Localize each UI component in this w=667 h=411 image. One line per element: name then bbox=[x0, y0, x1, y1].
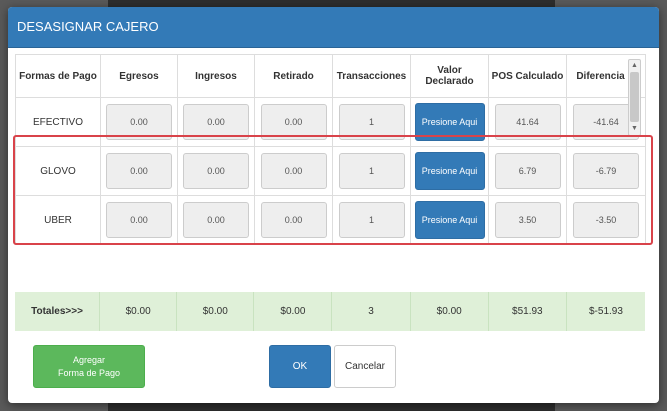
payment-methods-table: Formas de Pago Egresos Ingresos Retirado… bbox=[15, 54, 646, 245]
ingresos-field[interactable]: 0.00 bbox=[183, 104, 249, 140]
ingresos-field[interactable]: 0.00 bbox=[183, 202, 249, 238]
table-row: EFECTIVO 0.00 0.00 0.00 1 Presione Aqui … bbox=[15, 97, 646, 147]
agregar-forma-de-pago-button[interactable]: Agregar Forma de Pago bbox=[33, 345, 145, 388]
pos-calculado-cell: 3.50 bbox=[488, 195, 567, 245]
retirado-field[interactable]: 0.00 bbox=[260, 153, 327, 189]
egresos-field[interactable]: 0.00 bbox=[106, 202, 172, 238]
retirado-cell: 0.00 bbox=[254, 195, 333, 245]
total-ingresos: $0.00 bbox=[177, 292, 255, 331]
egresos-cell: 0.00 bbox=[100, 97, 178, 147]
total-retirado: $0.00 bbox=[254, 292, 333, 331]
transacciones-cell: 1 bbox=[332, 146, 411, 196]
col-header-formas-de-pago: Formas de Pago bbox=[15, 54, 101, 98]
total-transacciones: 3 bbox=[332, 292, 411, 331]
pos-calculado-cell: 41.64 bbox=[488, 97, 567, 147]
forma-de-pago-cell: GLOVO bbox=[15, 146, 101, 196]
egresos-cell: 0.00 bbox=[100, 146, 178, 196]
table-row: UBER 0.00 0.00 0.00 1 Presione Aqui 3.50… bbox=[15, 195, 646, 245]
cancel-button[interactable]: Cancelar bbox=[334, 345, 396, 388]
col-header-valor-declarado: Valor Declarado bbox=[410, 54, 489, 98]
table-header-row: Formas de Pago Egresos Ingresos Retirado… bbox=[15, 54, 646, 98]
col-header-transacciones: Transacciones bbox=[332, 54, 411, 98]
ingresos-field[interactable]: 0.00 bbox=[183, 153, 249, 189]
forma-de-pago-cell: UBER bbox=[15, 195, 101, 245]
diferencia-field[interactable]: -3.50 bbox=[573, 202, 639, 238]
forma-de-pago-cell: EFECTIVO bbox=[15, 97, 101, 147]
scroll-down-arrow-icon[interactable]: ▼ bbox=[629, 123, 640, 135]
egresos-cell: 0.00 bbox=[100, 195, 178, 245]
col-header-ingresos: Ingresos bbox=[177, 54, 255, 98]
payment-table-container: Formas de Pago Egresos Ingresos Retirado… bbox=[15, 54, 646, 245]
presione-aqui-button[interactable]: Presione Aqui bbox=[414, 103, 485, 141]
pos-calculado-field[interactable]: 41.64 bbox=[494, 104, 561, 140]
scroll-up-arrow-icon[interactable]: ▲ bbox=[629, 60, 640, 72]
retirado-field[interactable]: 0.00 bbox=[260, 202, 327, 238]
valor-declarado-cell: Presione Aqui bbox=[410, 195, 489, 245]
retirado-cell: 0.00 bbox=[254, 146, 333, 196]
ingresos-cell: 0.00 bbox=[177, 146, 255, 196]
total-pos-calculado: $51.93 bbox=[489, 292, 567, 331]
col-header-retirado: Retirado bbox=[254, 54, 333, 98]
transacciones-field[interactable]: 1 bbox=[338, 153, 405, 189]
presione-aqui-button[interactable]: Presione Aqui bbox=[414, 152, 485, 190]
pos-calculado-field[interactable]: 6.79 bbox=[494, 153, 561, 189]
ok-button[interactable]: OK bbox=[269, 345, 331, 388]
transacciones-cell: 1 bbox=[332, 97, 411, 147]
valor-declarado-cell: Presione Aqui bbox=[410, 97, 489, 147]
col-header-egresos: Egresos bbox=[100, 54, 178, 98]
add-button-line2: Forma de Pago bbox=[57, 367, 121, 378]
retirado-cell: 0.00 bbox=[254, 97, 333, 147]
total-egresos: $0.00 bbox=[100, 292, 178, 331]
transacciones-field[interactable]: 1 bbox=[338, 104, 405, 140]
totals-label: Totales>>> bbox=[15, 292, 101, 331]
transacciones-cell: 1 bbox=[332, 195, 411, 245]
presione-aqui-button[interactable]: Presione Aqui bbox=[414, 201, 485, 239]
desasignar-cajero-dialog: DESASIGNAR CAJERO Formas de Pago Egresos… bbox=[8, 7, 659, 403]
scrollbar-thumb[interactable] bbox=[630, 72, 639, 122]
add-button-line1: Agregar bbox=[72, 354, 106, 365]
pos-calculado-cell: 6.79 bbox=[488, 146, 567, 196]
col-header-pos-calculado: POS Calculado bbox=[488, 54, 567, 98]
diferencia-field[interactable]: -6.79 bbox=[573, 153, 639, 189]
total-diferencia: $-51.93 bbox=[589, 306, 623, 317]
diferencia-cell: -6.79 bbox=[566, 146, 646, 196]
ingresos-cell: 0.00 bbox=[177, 97, 255, 147]
ingresos-cell: 0.00 bbox=[177, 195, 255, 245]
table-scrollbar[interactable]: ▲ ▼ bbox=[628, 59, 641, 136]
dialog-title: DESASIGNAR CAJERO bbox=[8, 7, 659, 48]
table-row: GLOVO 0.00 0.00 0.00 1 Presione Aqui 6.7… bbox=[15, 146, 646, 196]
total-valor-declarado: $0.00 bbox=[411, 292, 489, 331]
pos-calculado-field[interactable]: 3.50 bbox=[494, 202, 561, 238]
retirado-field[interactable]: 0.00 bbox=[260, 104, 327, 140]
totals-row: Totales>>> $0.00 $0.00 $0.00 3 $0.00 $51… bbox=[15, 292, 645, 331]
egresos-field[interactable]: 0.00 bbox=[106, 104, 172, 140]
egresos-field[interactable]: 0.00 bbox=[106, 153, 172, 189]
transacciones-field[interactable]: 1 bbox=[338, 202, 405, 238]
diferencia-cell: -3.50 bbox=[566, 195, 646, 245]
valor-declarado-cell: Presione Aqui bbox=[410, 146, 489, 196]
